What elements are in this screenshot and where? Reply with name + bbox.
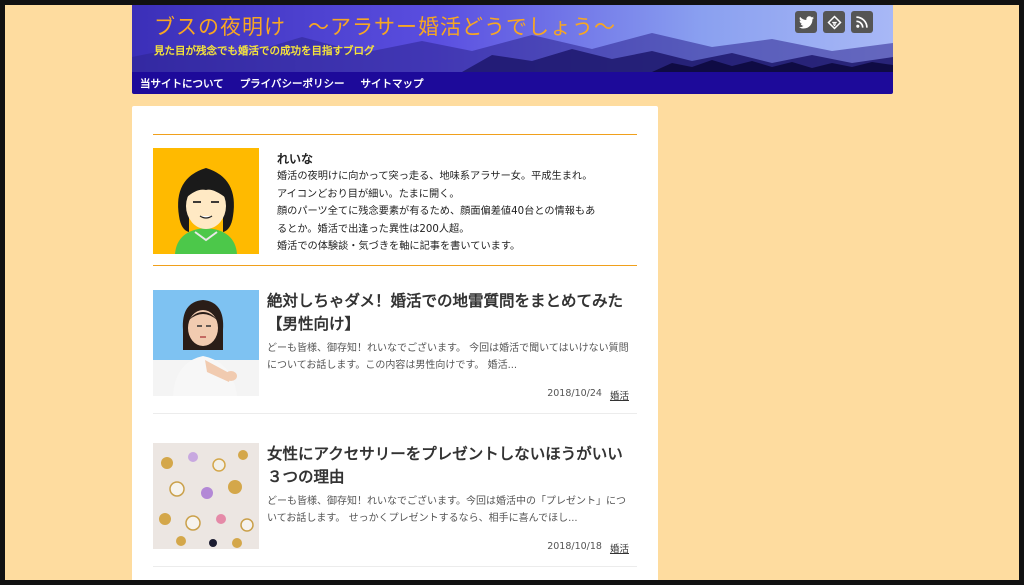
post-item[interactable]: 絶対しちゃダメ！婚活での地雷質問をまとめてみた【男性向け】 どーも皆様、御存知！… [153, 290, 637, 414]
rss-icon[interactable] [851, 11, 873, 33]
site-header: ブスの夜明け 〜アラサー婚活どうでしょう〜 見た目が残念でも婚活での成功を目指す… [132, 5, 893, 72]
author-bio-line: るとか。婚活で出逢った異性は200人超。 [277, 223, 470, 235]
twitter-icon[interactable] [795, 11, 817, 33]
author-bio: 婚活の夜明けに向かって突っ走る、地味系アラサー女。平成生まれ。 アイコンどおり目… [277, 168, 639, 256]
post-category-link[interactable]: 婚活 [610, 388, 629, 402]
author-bio-line: アイコンどおり目が細い。たまに開く。 [277, 188, 460, 200]
nav-item-about[interactable]: 当サイトについて [140, 76, 224, 91]
author-avatar [153, 148, 259, 254]
post-category-link[interactable]: 婚活 [610, 541, 629, 555]
post-thumbnail[interactable] [153, 290, 259, 396]
author-bio-line: 顔のパーツ全てに残念要素が有るため、顔面偏差値40台との情報もあ [277, 206, 596, 218]
post-excerpt: どーも皆様、御存知！れいなでございます。 今回は婚活で聞いてはいけない質問につい… [267, 343, 629, 371]
post-excerpt: どーも皆様、御存知！れいなでございます。今回は婚活中の「プレゼント」についてお話… [267, 496, 626, 524]
author-profile: れいな 婚活の夜明けに向かって突っ走る、地味系アラサー女。平成生まれ。 アイコン… [153, 134, 637, 266]
post-title[interactable]: 絶対しちゃダメ！婚活での地雷質問をまとめてみた【男性向け】 [267, 290, 633, 336]
post-date: 2018/10/18 [547, 541, 602, 552]
post-meta: 2018/10/18 婚活 [547, 541, 629, 555]
post-title[interactable]: 女性にアクセサリーをプレゼントしないほうがいい３つの理由 [267, 443, 633, 489]
avatar-illustration [153, 148, 259, 254]
feedly-icon[interactable] [823, 11, 845, 33]
global-nav: 当サイトについて プライバシーポリシー サイトマップ [132, 72, 893, 94]
main-content: れいな 婚活の夜明けに向かって突っ走る、地味系アラサー女。平成生まれ。 アイコン… [132, 106, 658, 580]
nav-item-sitemap[interactable]: サイトマップ [360, 76, 423, 91]
post-item[interactable]: 女性にアクセサリーをプレゼントしないほうがいい３つの理由 どーも皆様、御存知！れ… [153, 443, 637, 567]
post-date: 2018/10/24 [547, 388, 602, 399]
author-name: れいな [277, 152, 314, 166]
author-bio-line: 婚活での体験談・気づきを軸に記事を書いています。 [277, 241, 521, 253]
social-links [795, 11, 873, 33]
site-subtitle: 見た目が残念でも婚活での成功を目指すブログ [154, 45, 375, 57]
post-thumbnail[interactable] [153, 443, 259, 549]
author-bio-line: 婚活の夜明けに向かって突っ走る、地味系アラサー女。平成生まれ。 [277, 171, 593, 182]
nav-item-privacy-policy[interactable]: プライバシーポリシー [240, 76, 345, 91]
site-title[interactable]: ブスの夜明け 〜アラサー婚活どうでしょう〜 [154, 11, 616, 41]
post-meta: 2018/10/24 婚活 [547, 388, 629, 402]
page-frame: ブスの夜明け 〜アラサー婚活どうでしょう〜 見た目が残念でも婚活での成功を目指す… [0, 0, 1024, 585]
